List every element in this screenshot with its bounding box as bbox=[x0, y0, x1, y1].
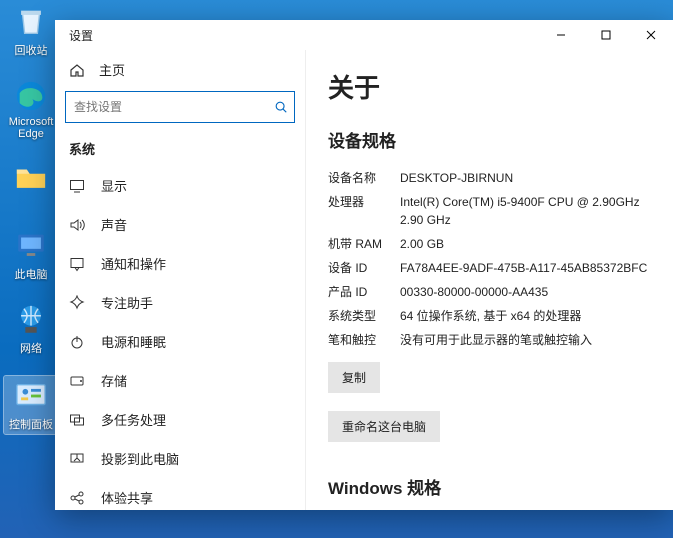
spec-row-system-type: 系统类型64 位操作系统, 基于 x64 的处理器 bbox=[328, 304, 651, 328]
multitask-icon bbox=[69, 412, 85, 428]
window-buttons bbox=[538, 20, 673, 50]
desktop-icon-label: 控制面板 bbox=[4, 416, 58, 432]
window-title: 设置 bbox=[55, 27, 93, 44]
desktop-icon-label: 此电脑 bbox=[4, 266, 58, 282]
main-content[interactable]: 关于 设备规格 设备名称DESKTOP-JBIRNUN 处理器Intel(R) … bbox=[306, 50, 673, 510]
desktop-icon-label: Microsoft Edge bbox=[4, 116, 58, 140]
sidebar-item-notifications[interactable]: 通知和操作 bbox=[55, 244, 305, 283]
sidebar-item-label: 多任务处理 bbox=[101, 410, 166, 429]
copy-button[interactable]: 复制 bbox=[328, 362, 380, 393]
windows-spec-header: Windows 规格 bbox=[328, 474, 651, 499]
display-icon bbox=[69, 178, 85, 194]
spec-row-product-id: 产品 ID00330-80000-00000-AA435 bbox=[328, 280, 651, 304]
edge-icon bbox=[13, 78, 49, 114]
sidebar-item-power[interactable]: 电源和睡眠 bbox=[55, 322, 305, 361]
search-input[interactable] bbox=[66, 100, 268, 114]
folder-icon bbox=[13, 160, 49, 196]
globe-icon bbox=[13, 302, 49, 338]
spec-row-device-id: 设备 IDFA78A4EE-9ADF-475B-A117-45AB85372BF… bbox=[328, 256, 651, 280]
sidebar-item-label: 体验共享 bbox=[101, 488, 153, 507]
sidebar-item-label: 存储 bbox=[101, 371, 127, 390]
device-spec-header: 设备规格 bbox=[328, 127, 651, 152]
desktop-icon-edge[interactable]: Microsoft Edge bbox=[4, 78, 58, 140]
sidebar-item-label: 电源和睡眠 bbox=[101, 332, 166, 351]
sound-icon bbox=[69, 217, 85, 233]
focus-icon bbox=[69, 295, 85, 311]
sidebar-item-label: 通知和操作 bbox=[101, 254, 166, 273]
storage-icon bbox=[69, 373, 85, 389]
search-icon bbox=[268, 100, 294, 114]
monitor-icon bbox=[13, 228, 49, 264]
sidebar-item-label: 声音 bbox=[101, 215, 127, 234]
sidebar-home[interactable]: 主页 bbox=[55, 50, 305, 91]
sidebar-item-label: 显示 bbox=[101, 176, 127, 195]
titlebar[interactable]: 设置 bbox=[55, 20, 673, 50]
maximize-button[interactable] bbox=[583, 20, 628, 50]
desktop-icon-this-pc[interactable]: 此电脑 bbox=[4, 228, 58, 282]
desktop-icon-network[interactable]: 网络 bbox=[4, 302, 58, 356]
desktop-icon-control-panel[interactable]: 控制面板 bbox=[4, 376, 58, 434]
sidebar-item-label: 投影到此电脑 bbox=[101, 449, 179, 468]
close-button[interactable] bbox=[628, 20, 673, 50]
sidebar-item-focus[interactable]: 专注助手 bbox=[55, 283, 305, 322]
sidebar-list: 显示 声音 通知和操作 专注助手 电源和睡眠 bbox=[55, 166, 305, 510]
spec-row-pen-touch: 笔和触控没有可用于此显示器的笔或触控输入 bbox=[328, 328, 651, 352]
spec-row-ram: 机带 RAM2.00 GB bbox=[328, 232, 651, 256]
sidebar-item-project[interactable]: 投影到此电脑 bbox=[55, 439, 305, 478]
settings-window: 设置 主页 系统 显示 bbox=[55, 20, 673, 510]
sidebar-item-storage[interactable]: 存储 bbox=[55, 361, 305, 400]
page-title: 关于 bbox=[328, 68, 651, 105]
sidebar-item-multitask[interactable]: 多任务处理 bbox=[55, 400, 305, 439]
sidebar-section-header: 系统 bbox=[55, 133, 305, 166]
desktop-icon-label: 回收站 bbox=[4, 42, 58, 58]
desktop-icon-label: 网络 bbox=[4, 340, 58, 356]
spec-row-cpu: 处理器Intel(R) Core(TM) i5-9400F CPU @ 2.90… bbox=[328, 190, 651, 232]
rename-pc-button[interactable]: 重命名这台电脑 bbox=[328, 411, 440, 442]
sidebar-item-display[interactable]: 显示 bbox=[55, 166, 305, 205]
share-icon bbox=[69, 490, 85, 506]
project-icon bbox=[69, 451, 85, 467]
minimize-button[interactable] bbox=[538, 20, 583, 50]
desktop-icon-folder[interactable] bbox=[4, 160, 58, 198]
sidebar-item-sound[interactable]: 声音 bbox=[55, 205, 305, 244]
spec-row-device-name: 设备名称DESKTOP-JBIRNUN bbox=[328, 166, 651, 190]
desktop-icon-recycle-bin[interactable]: 回收站 bbox=[4, 4, 58, 58]
control-panel-icon bbox=[13, 378, 49, 414]
power-icon bbox=[69, 334, 85, 350]
sidebar-item-share[interactable]: 体验共享 bbox=[55, 478, 305, 510]
search-box[interactable] bbox=[65, 91, 295, 123]
sidebar-item-label: 专注助手 bbox=[101, 293, 153, 312]
sidebar: 主页 系统 显示 声音 通知和操作 bbox=[55, 50, 306, 510]
notify-icon bbox=[69, 256, 85, 272]
home-icon bbox=[69, 62, 85, 78]
recycle-bin-icon bbox=[13, 4, 49, 40]
sidebar-home-label: 主页 bbox=[99, 60, 125, 79]
